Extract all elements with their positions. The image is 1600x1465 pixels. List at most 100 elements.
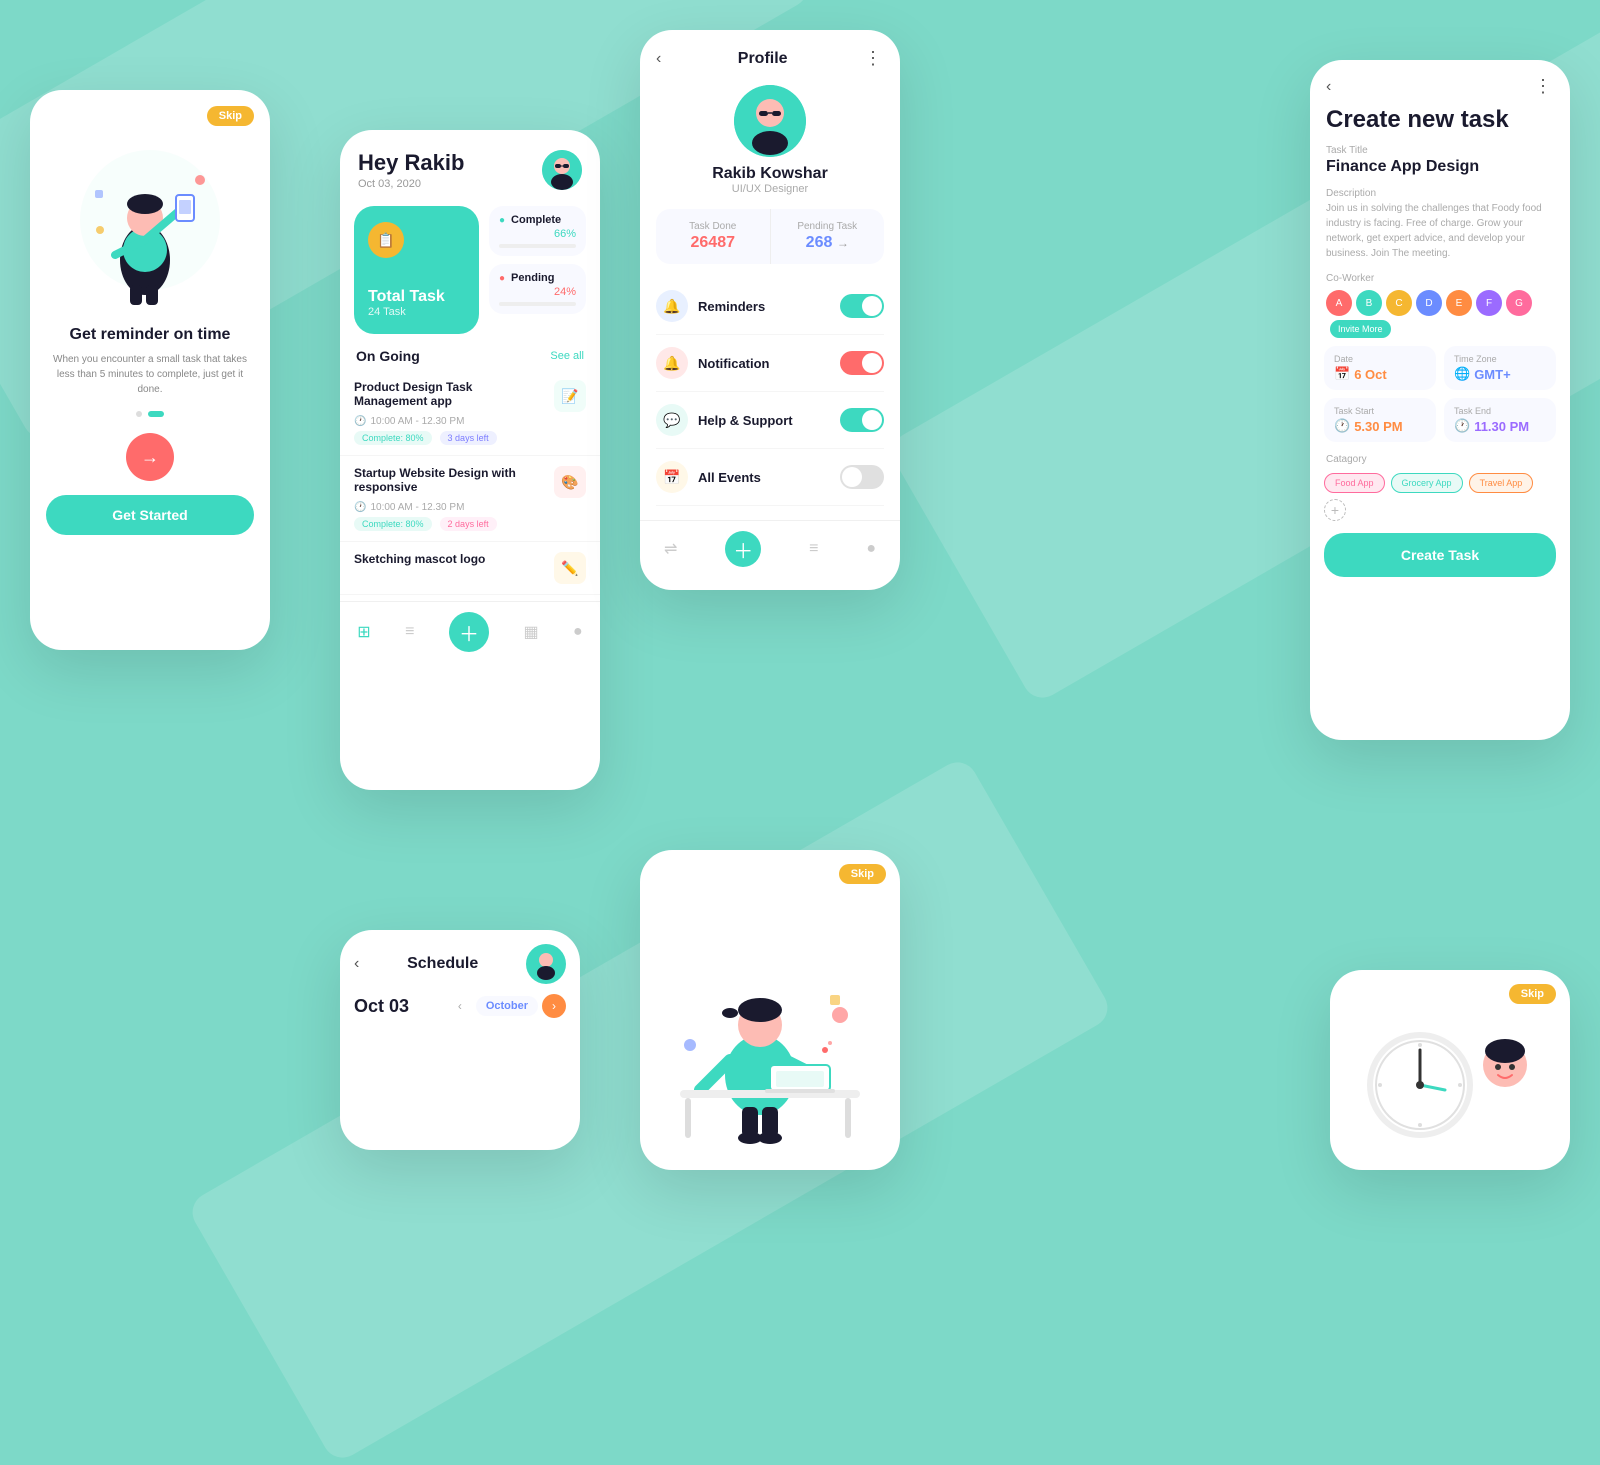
ongoing-section-header: On Going See all bbox=[340, 334, 600, 370]
month-next-button[interactable]: › bbox=[542, 994, 566, 1018]
nav-calendar-icon[interactable]: ▦ bbox=[523, 622, 538, 642]
profile-nav-dot-icon[interactable]: ● bbox=[866, 540, 876, 558]
total-task-card[interactable]: 📋 Total Task 24 Task bbox=[354, 206, 479, 334]
screen-illus-2: Skip bbox=[640, 850, 900, 1170]
all-events-icon: 📅 bbox=[656, 461, 688, 493]
task-end-value: 🕐11.30 PM bbox=[1454, 418, 1546, 434]
invite-more-button[interactable]: Invite More bbox=[1330, 320, 1391, 338]
screen-schedule: ‹ Schedule Oct 03 ‹ October › bbox=[340, 930, 580, 1150]
profile-nav-filter-icon[interactable]: ⇌ bbox=[664, 539, 677, 559]
profile-nav-list-icon[interactable]: ≡ bbox=[809, 540, 818, 558]
profile-back-icon[interactable]: ‹ bbox=[656, 50, 661, 68]
screens-container: Skip bbox=[0, 0, 1600, 1200]
month-nav: ‹ October › bbox=[448, 994, 566, 1018]
task-item-1[interactable]: Product Design Task Management app 📝 🕐 1… bbox=[340, 370, 600, 456]
dashboard-avatar[interactable] bbox=[542, 150, 582, 190]
coworker-2: B bbox=[1356, 290, 1382, 316]
task-item-3-title: Sketching mascot logo bbox=[354, 552, 546, 566]
task-title-value: Finance App Design bbox=[1326, 158, 1554, 176]
timezone-value: 🌐GMT+ bbox=[1454, 366, 1546, 382]
all-events-toggle-knob bbox=[842, 467, 862, 487]
task-item-3-header: Sketching mascot logo ✏️ bbox=[354, 552, 586, 584]
date-value: 📅6 Oct bbox=[1334, 366, 1426, 382]
coworker-6: F bbox=[1476, 290, 1502, 316]
screen-create-task: ‹ ⋮ Create new task Task Title Finance A… bbox=[1310, 60, 1570, 740]
task-item-2[interactable]: Startup Website Design with responsive 🎨… bbox=[340, 456, 600, 542]
task-item-2-days: 2 days left bbox=[440, 517, 497, 531]
help-support-toggle[interactable] bbox=[840, 408, 884, 432]
description-value: Join us in solving the challenges that F… bbox=[1326, 201, 1554, 261]
profile-nav-add-button[interactable]: ＋ bbox=[725, 531, 761, 567]
complete-percent: 66% bbox=[499, 228, 576, 240]
reminder-illustration bbox=[70, 130, 230, 310]
task-item-3[interactable]: Sketching mascot logo ✏️ bbox=[340, 542, 600, 595]
schedule-date: Oct 03 bbox=[354, 996, 409, 1017]
schedule-date-row: Oct 03 ‹ October › bbox=[340, 984, 580, 1018]
menu-notification-left: 🔔 Notification bbox=[656, 347, 770, 379]
timezone-label: Time Zone bbox=[1454, 354, 1546, 364]
get-started-button[interactable]: Get Started bbox=[46, 495, 254, 535]
reminders-icon: 🔔 bbox=[656, 290, 688, 322]
timezone-cell: Time Zone 🌐GMT+ bbox=[1444, 346, 1556, 390]
bottom-right-skip-button[interactable]: Skip bbox=[1509, 984, 1556, 1004]
task-done-stat: Task Done 26487 bbox=[656, 209, 770, 264]
profile-topbar: ‹ Profile ⋮ bbox=[640, 30, 900, 69]
create-task-more-icon[interactable]: ⋮ bbox=[1534, 76, 1554, 97]
create-task-back-icon[interactable]: ‹ bbox=[1326, 78, 1331, 96]
profile-name: Rakib Kowshar bbox=[712, 165, 828, 183]
nav-dot-icon[interactable]: ● bbox=[573, 623, 583, 641]
task-item-1-complete: Complete: 80% bbox=[354, 431, 432, 445]
nav-list-icon[interactable]: ≡ bbox=[405, 623, 414, 641]
profile-title: Profile bbox=[738, 50, 788, 68]
all-events-toggle[interactable] bbox=[840, 465, 884, 489]
pending-task-card[interactable]: ● Pending 24% bbox=[489, 264, 586, 314]
screen-profile: ‹ Profile ⋮ Rakib Kowshar UI/UX Designer bbox=[640, 30, 900, 590]
fab-add-button[interactable]: ＋ bbox=[449, 612, 489, 652]
task-item-2-complete: Complete: 80% bbox=[354, 517, 432, 531]
reminders-toggle-knob bbox=[862, 296, 882, 316]
dot-1 bbox=[136, 411, 142, 417]
dashboard-date: Oct 03, 2020 bbox=[358, 178, 464, 190]
task-start-label: Task Start bbox=[1334, 406, 1426, 416]
category-label: Catagory bbox=[1326, 454, 1554, 465]
task-item-3-icon: ✏️ bbox=[554, 552, 586, 584]
schedule-avatar[interactable] bbox=[526, 944, 566, 984]
task-item-1-badges: Complete: 80% 3 days left bbox=[354, 431, 586, 445]
task-item-1-header: Product Design Task Management app 📝 bbox=[354, 380, 586, 412]
info-grid: Date 📅6 Oct Time Zone 🌐GMT+ Task Start 🕐… bbox=[1324, 346, 1556, 442]
schedule-back-icon[interactable]: ‹ bbox=[354, 955, 359, 973]
reminders-toggle[interactable] bbox=[840, 294, 884, 318]
notification-toggle[interactable] bbox=[840, 351, 884, 375]
profile-stats: Task Done 26487 Pending Task 268 → bbox=[656, 209, 884, 264]
category-grocery-app[interactable]: Grocery App bbox=[1391, 473, 1463, 493]
create-task-button[interactable]: Create Task bbox=[1324, 533, 1556, 577]
pending-task-header: ● Pending bbox=[499, 272, 576, 284]
category-travel-app[interactable]: Travel App bbox=[1469, 473, 1534, 493]
task-item-2-title: Startup Website Design with responsive bbox=[354, 466, 546, 494]
date-label: Date bbox=[1334, 354, 1426, 364]
see-all-button[interactable]: See all bbox=[550, 350, 584, 362]
dashboard-header: Hey Rakib Oct 03, 2020 bbox=[340, 130, 600, 190]
category-food-app[interactable]: Food App bbox=[1324, 473, 1385, 493]
profile-more-icon[interactable]: ⋮ bbox=[864, 48, 884, 69]
schedule-title: Schedule bbox=[407, 955, 478, 973]
menu-help-support-left: 💬 Help & Support bbox=[656, 404, 793, 436]
task-item-1-icon: 📝 bbox=[554, 380, 586, 412]
illus-skip-button[interactable]: Skip bbox=[839, 864, 886, 884]
pending-task-label: Pending Task bbox=[781, 221, 875, 232]
task-item-1-days: 3 days left bbox=[440, 431, 497, 445]
task-item-1-time: 🕐 10:00 AM - 12.30 PM bbox=[354, 416, 586, 427]
arrow-button[interactable]: → bbox=[126, 433, 174, 481]
skip-button[interactable]: Skip bbox=[207, 106, 254, 126]
notification-label: Notification bbox=[698, 356, 770, 371]
month-prev-button[interactable]: ‹ bbox=[448, 994, 472, 1018]
illus-illustration bbox=[640, 850, 900, 1170]
nav-home-icon[interactable]: ⊞ bbox=[357, 622, 370, 642]
complete-task-card[interactable]: ● Complete 66% bbox=[489, 206, 586, 256]
reminder-dots bbox=[30, 411, 270, 417]
ongoing-label: On Going bbox=[356, 348, 420, 364]
reminder-subtitle: When you encounter a small task that tak… bbox=[50, 352, 250, 397]
category-add-button[interactable]: + bbox=[1324, 499, 1346, 521]
coworker-7: G bbox=[1506, 290, 1532, 316]
coworker-label: Co-Worker bbox=[1326, 273, 1554, 284]
